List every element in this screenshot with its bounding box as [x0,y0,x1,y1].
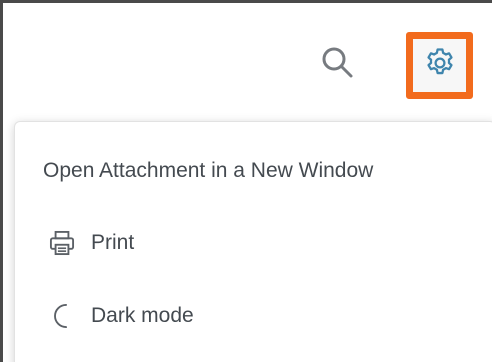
menu-item-open-attachment-new-window[interactable]: Open Attachment in a New Window [15,143,492,199]
menu-item-label: Dark mode [91,304,194,327]
search-icon [320,45,354,84]
menu-item-dark-mode[interactable]: Dark mode [15,288,492,344]
menu-item-label: Open Attachment in a New Window [43,159,374,182]
gear-icon [423,46,457,85]
app-frame: Open Attachment in a New Window Print Da… [0,0,492,362]
search-button[interactable] [315,42,359,86]
toolbar [3,3,492,115]
menu-item-label: Print [91,231,135,254]
moon-icon [47,301,77,331]
settings-dropdown-menu: Open Attachment in a New Window Print Da… [14,121,492,362]
menu-item-print[interactable]: Print [15,215,492,271]
settings-button[interactable] [406,32,473,99]
printer-icon [47,228,77,258]
